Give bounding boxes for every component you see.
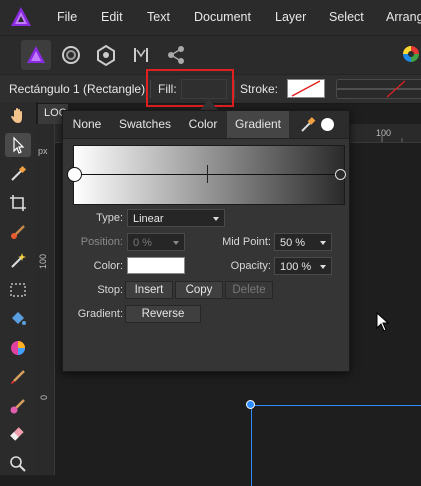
pen-brush-tool-icon[interactable] <box>5 365 31 389</box>
hand-tool-icon[interactable] <box>5 104 31 128</box>
gradient-stop-end[interactable] <box>335 169 346 180</box>
gradient-preview[interactable] <box>73 145 345 205</box>
chevron-down-icon <box>320 265 326 269</box>
share-icon[interactable] <box>161 40 191 70</box>
eyedropper-icon[interactable] <box>299 116 317 134</box>
menu-document[interactable]: Document <box>194 10 251 24</box>
gradient-type-dropdown[interactable]: Linear <box>127 209 225 227</box>
chevron-down-icon <box>173 241 179 245</box>
picked-color-indicator[interactable] <box>321 118 334 131</box>
type-label: Type: <box>96 212 123 224</box>
smudge-tool-icon[interactable] <box>5 394 31 418</box>
copy-stop-button[interactable]: Copy <box>175 281 223 299</box>
mid-point-dropdown[interactable]: 50 % <box>274 233 332 251</box>
opacity-dropdown[interactable]: 100 % <box>274 257 332 275</box>
magic-wand-tool-icon[interactable] <box>5 249 31 273</box>
fill-type-tabs: None Swatches Color Gradient <box>63 111 349 139</box>
gradient-label: Gradient: <box>77 308 123 320</box>
selected-shape-name: Rectángulo 1 (Rectangle) <box>9 82 146 96</box>
ruler-vertical: px 100 0 <box>36 124 55 475</box>
rectangle-selection-outline[interactable] <box>251 405 421 486</box>
gradient-track <box>75 174 341 175</box>
color-wheel-icon[interactable] <box>401 44 421 64</box>
stroke-swatch[interactable] <box>287 79 325 98</box>
menu-layer[interactable]: Layer <box>275 10 306 24</box>
gradient-midpoint-marker[interactable] <box>207 165 208 183</box>
stroke-label: Stroke: <box>240 82 279 96</box>
paint-brush-tool-icon[interactable] <box>5 220 31 244</box>
ruler-unit: px <box>38 146 48 156</box>
mouse-pointer-icon <box>376 311 390 335</box>
color-label: Color: <box>93 260 123 272</box>
crop-tool-icon[interactable] <box>5 191 31 215</box>
tab-color[interactable]: Color <box>179 111 227 138</box>
menu-arrange[interactable]: Arrange <box>386 10 421 24</box>
gradient-type-value: Linear <box>133 213 164 225</box>
affinity-designer-logo-icon[interactable] <box>9 5 33 29</box>
chevron-down-icon <box>320 241 326 245</box>
mid-point-value: 50 % <box>280 237 306 249</box>
reverse-gradient-button[interactable]: Reverse <box>125 305 201 323</box>
insert-stop-button[interactable]: Insert <box>125 281 173 299</box>
ruler-number: 0 <box>39 394 49 400</box>
selection-handle[interactable] <box>246 400 255 409</box>
marquee-tool-icon[interactable] <box>5 278 31 302</box>
flood-fill-tool-icon[interactable] <box>5 307 31 331</box>
menu-file[interactable]: File <box>57 10 77 24</box>
chevron-down-icon <box>213 217 219 221</box>
delete-stop-button[interactable]: Delete <box>225 281 273 299</box>
tab-swatches[interactable]: Swatches <box>111 111 179 138</box>
tab-gradient[interactable]: Gradient <box>227 111 289 138</box>
zoom-tool-icon[interactable] <box>5 452 31 476</box>
menu-bar: File Edit Text Document Layer Select Arr… <box>0 0 421 35</box>
export-persona-icon[interactable] <box>91 40 121 70</box>
position-dropdown[interactable]: 0 % <box>127 233 185 251</box>
ruler-number: 100 <box>38 253 48 269</box>
tools-panel <box>0 102 37 475</box>
mid-point-label: Mid Point: <box>222 236 271 248</box>
color-picker-tool-icon[interactable] <box>5 162 31 186</box>
popover-arrow <box>200 99 218 110</box>
divider <box>234 80 235 98</box>
designer-persona-icon[interactable] <box>21 40 51 70</box>
stop-color-swatch[interactable] <box>127 257 185 274</box>
gradient-stop-start[interactable] <box>67 167 82 182</box>
gradient-tool-icon[interactable] <box>5 336 31 360</box>
opacity-label: Opacity: <box>230 260 271 272</box>
move-tool-icon[interactable] <box>5 133 31 157</box>
pixel-persona-icon[interactable] <box>56 40 86 70</box>
tab-none[interactable]: None <box>63 111 111 138</box>
eraser-tool-icon[interactable] <box>5 423 31 447</box>
fill-highlight-box <box>146 69 234 107</box>
menu-edit[interactable]: Edit <box>101 10 123 24</box>
opacity-value: 100 % <box>280 261 312 273</box>
snapping-icon[interactable] <box>126 40 156 70</box>
position-label: Position: <box>80 236 123 248</box>
menu-select[interactable]: Select <box>329 10 364 24</box>
position-value: 0 % <box>133 237 152 249</box>
stop-label: Stop: <box>97 284 123 296</box>
stroke-width-slider[interactable] <box>336 79 421 99</box>
fill-popover: None Swatches Color Gradient Type: Linea… <box>62 110 350 372</box>
menu-text[interactable]: Text <box>147 10 170 24</box>
